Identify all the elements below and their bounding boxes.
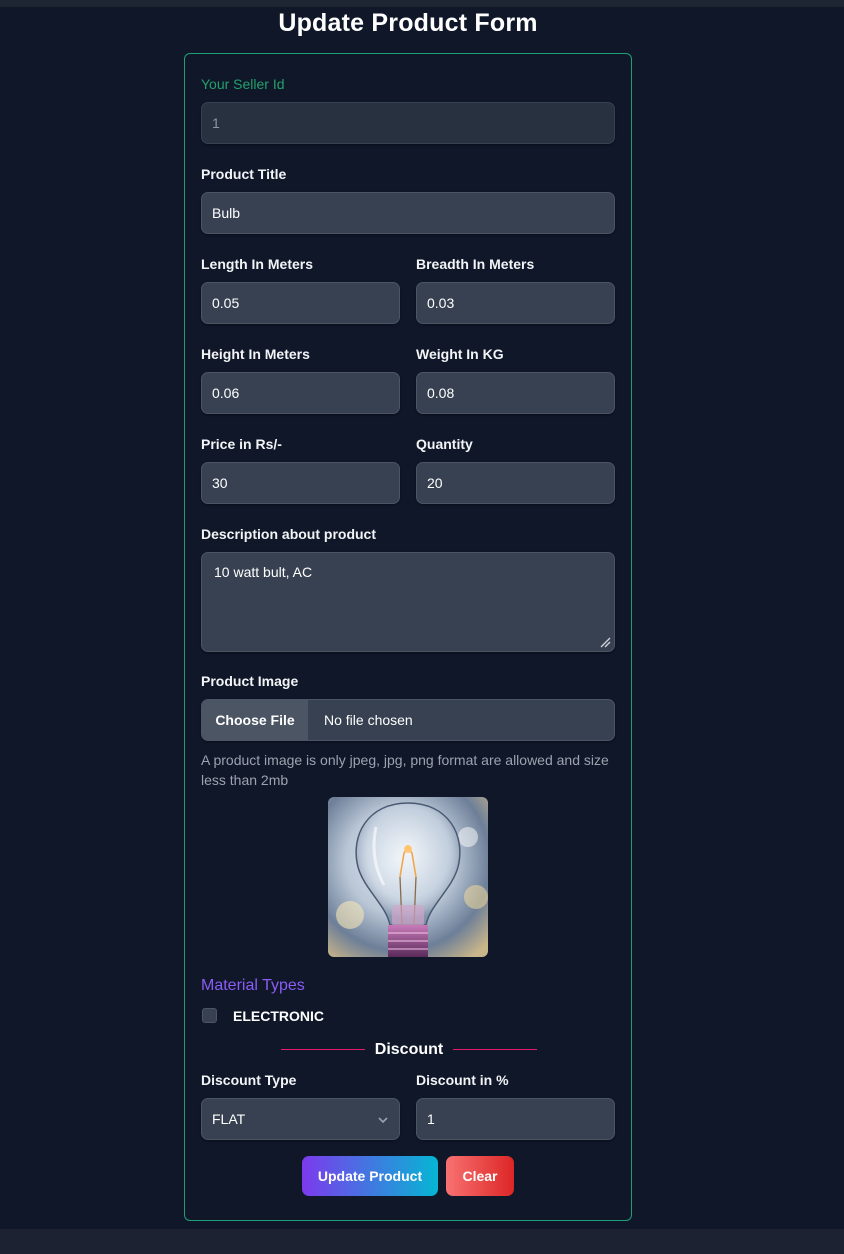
discount-type-select[interactable]: FLAT — [201, 1098, 400, 1140]
lightbulb-image — [328, 797, 488, 957]
choose-file-button[interactable]: Choose File — [202, 700, 308, 740]
description-label: Description about product — [201, 526, 376, 542]
height-input[interactable]: 0.06 — [201, 372, 400, 414]
product-image-label: Product Image — [201, 673, 299, 689]
page-title: Update Product Form — [278, 9, 538, 37]
image-format-hint: A product image is only jpeg, jpg, png f… — [201, 752, 609, 788]
seller-id-label: Your Seller Id — [201, 76, 285, 92]
weight-input[interactable]: 0.08 — [416, 372, 615, 414]
quantity-input[interactable]: 20 — [416, 462, 615, 504]
top-bar — [0, 0, 844, 7]
discount-percent-input[interactable]: 1 — [416, 1098, 615, 1140]
discount-type-value: FLAT — [212, 1111, 246, 1127]
update-product-button[interactable]: Update Product — [302, 1156, 438, 1196]
electronic-checkbox[interactable] — [202, 1008, 217, 1023]
chevron-down-icon — [378, 1117, 388, 1124]
discount-heading: Discount — [374, 1041, 444, 1058]
product-image-file-input[interactable]: Choose File No file chosen — [201, 699, 615, 741]
breadth-label: Breadth In Meters — [416, 256, 535, 272]
seller-id-input: 1 — [201, 102, 615, 144]
divider-line-right — [453, 1049, 537, 1050]
length-input[interactable]: 0.05 — [201, 282, 400, 324]
clear-button[interactable]: Clear — [446, 1156, 514, 1196]
price-input[interactable]: 30 — [201, 462, 400, 504]
electronic-checkbox-label[interactable]: ELECTRONIC — [233, 1008, 324, 1024]
weight-label: Weight In KG — [416, 346, 504, 362]
quantity-label: Quantity — [416, 436, 473, 452]
resize-grip-icon[interactable] — [599, 636, 611, 648]
price-label: Price in Rs/- — [201, 436, 282, 452]
product-title-label: Product Title — [201, 166, 287, 182]
bottom-bar — [0, 1229, 844, 1254]
breadth-input[interactable]: 0.03 — [416, 282, 615, 324]
product-image-preview — [328, 797, 488, 957]
file-status: No file chosen — [324, 712, 413, 728]
description-textarea[interactable]: 10 watt bult, AC — [201, 552, 615, 652]
description-text: 10 watt bult, AC — [214, 564, 313, 580]
discount-percent-label: Discount in % — [416, 1072, 509, 1088]
discount-type-label: Discount Type — [201, 1072, 297, 1088]
length-label: Length In Meters — [201, 256, 314, 272]
material-types-title: Material Types — [201, 977, 305, 994]
update-product-form: Your Seller Id 1 Product Title Bulb Leng… — [184, 53, 632, 1221]
height-label: Height In Meters — [201, 346, 310, 362]
product-title-input[interactable]: Bulb — [201, 192, 615, 234]
